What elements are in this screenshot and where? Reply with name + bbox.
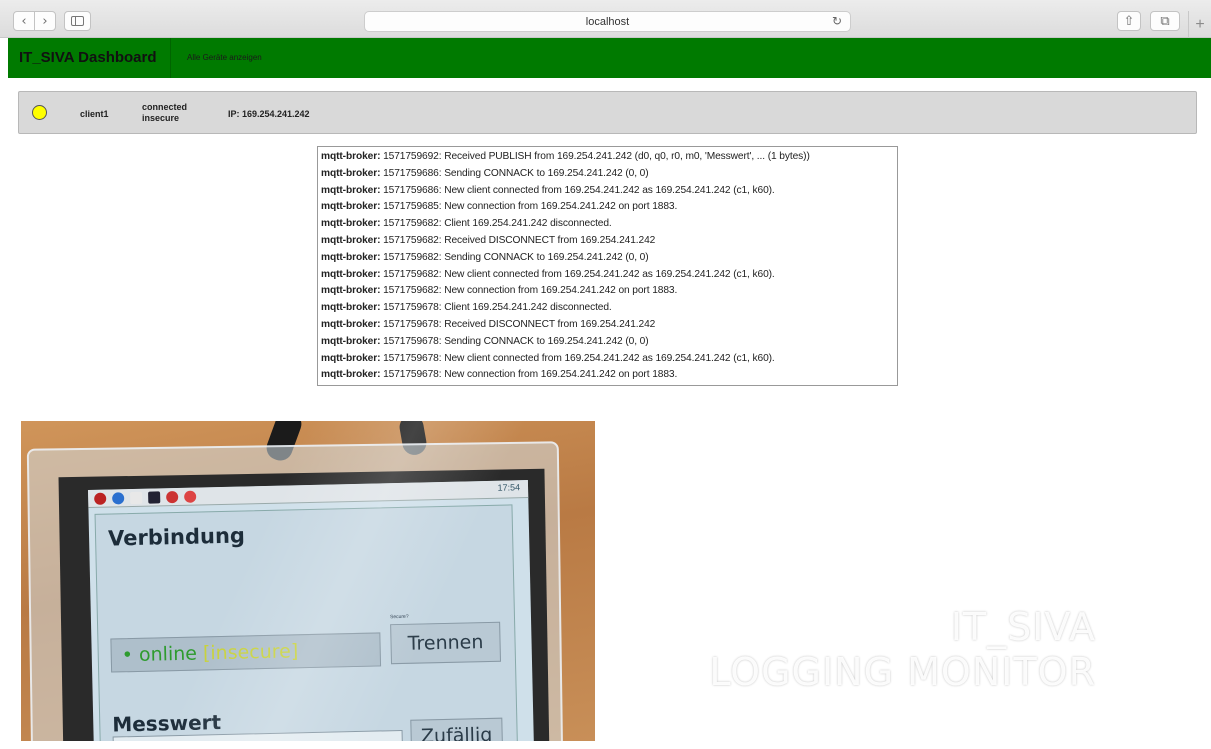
log-entry: mqtt-broker: 1571759686: Sending CONNACK… bbox=[321, 166, 894, 183]
chevron-right-icon: › bbox=[42, 13, 48, 29]
share-icon: ⇧ bbox=[1123, 13, 1135, 29]
tabs-icon: ⧉ bbox=[1160, 13, 1170, 29]
address-text: localhost bbox=[585, 15, 630, 28]
device-status-box: • online [insecure] bbox=[110, 632, 382, 673]
log-entry: mqtt-broker: 1571759692: Received PUBLIS… bbox=[321, 149, 894, 166]
device-insecure-text: [insecure] bbox=[196, 640, 299, 665]
log-message: 1571759686: Sending CONNACK to 169.254.2… bbox=[380, 167, 649, 179]
terminal-icon bbox=[148, 491, 161, 504]
log-entry: mqtt-broker: 1571759678: Client 169.254.… bbox=[321, 300, 894, 317]
security-status: insecure bbox=[142, 113, 180, 123]
wolfram-icon bbox=[166, 490, 179, 504]
log-source: mqtt-broker: bbox=[321, 318, 381, 330]
log-source: mqtt-broker: bbox=[321, 352, 381, 364]
log-message: 1571759678: Received DISCONNECT from 169… bbox=[380, 318, 656, 330]
overlay-subtitle: LOGGING MONITOR bbox=[709, 650, 1096, 694]
sidebar-icon bbox=[71, 16, 84, 26]
brand-title[interactable]: IT_SIVA Dashboard bbox=[19, 49, 157, 66]
new-tab-button[interactable]: + bbox=[1188, 11, 1211, 38]
navbar-divider bbox=[170, 38, 171, 78]
log-panel[interactable]: mqtt-broker: 1571759692: Received PUBLIS… bbox=[317, 146, 898, 386]
video-title-overlay: IT_SIVA LOGGING MONITOR bbox=[600, 604, 1096, 694]
app-navbar: IT_SIVA Dashboard Alle Geräte anzeigen bbox=[8, 38, 1211, 78]
chevron-left-icon: ‹ bbox=[21, 13, 27, 29]
log-message: 1571759682: Sending CONNACK to 169.254.2… bbox=[380, 251, 649, 263]
log-entry: mqtt-broker: 1571759678: New connection … bbox=[321, 367, 894, 384]
mathematica-icon bbox=[184, 490, 197, 503]
device-random-button: Zufällig bbox=[410, 717, 504, 741]
address-bar[interactable]: localhost ↻ bbox=[364, 11, 851, 32]
log-message: 1571759682: Received DISCONNECT from 169… bbox=[380, 234, 656, 246]
log-source: mqtt-broker: bbox=[321, 218, 381, 230]
log-source: mqtt-broker: bbox=[321, 201, 381, 213]
log-entry: mqtt-broker: 1571759678: Sending CONNACK… bbox=[321, 334, 894, 351]
raspberry-icon bbox=[94, 492, 107, 505]
log-source: mqtt-broker: bbox=[321, 268, 381, 280]
log-message: 1571759678: New connection from 169.254.… bbox=[380, 369, 678, 381]
log-message: 1571759682: New connection from 169.254.… bbox=[380, 285, 678, 297]
device-video: 17:54 Verbindung Secure? • online [insec… bbox=[21, 421, 595, 741]
browser-icon bbox=[112, 492, 125, 505]
overlay-title: IT_SIVA bbox=[950, 605, 1096, 649]
log-message: 1571759692: Received PUBLISH from 169.25… bbox=[380, 151, 810, 162]
log-message: 1571759678: Sending CONNACK to 169.254.2… bbox=[380, 335, 649, 347]
device-app-window: Verbindung Secure? • online [insecure] T… bbox=[94, 504, 518, 741]
show-tabs-button[interactable]: ⧉ bbox=[1150, 11, 1180, 31]
log-message: 1571759682: Client 169.254.241.242 disco… bbox=[380, 218, 612, 230]
log-source: mqtt-broker: bbox=[321, 302, 381, 314]
device-connection-title: Verbindung bbox=[107, 523, 246, 551]
back-button[interactable]: ‹ bbox=[13, 11, 35, 31]
device-measure-title: Messwert bbox=[112, 710, 222, 737]
browser-toolbar: ‹ › localhost ↻ ⇧ ⧉ + bbox=[0, 0, 1211, 38]
client-name: client1 bbox=[80, 109, 109, 119]
connection-state: connected insecure bbox=[142, 102, 187, 124]
log-source: mqtt-broker: bbox=[321, 234, 381, 246]
log-source: mqtt-broker: bbox=[321, 167, 381, 179]
log-message: 1571759686: New client connected from 16… bbox=[380, 184, 775, 196]
log-message: 1571759682: New client connected from 16… bbox=[380, 268, 775, 280]
folder-icon bbox=[130, 491, 143, 505]
connection-status: connected bbox=[142, 102, 188, 112]
log-entry: mqtt-broker: 1571759678: New client conn… bbox=[321, 351, 894, 368]
device-disconnect-button: Trennen bbox=[390, 621, 501, 665]
log-message: 1571759678: Client 169.254.241.242 disco… bbox=[380, 302, 612, 314]
log-entry: mqtt-broker: 1571759686: New client conn… bbox=[321, 183, 894, 200]
plus-icon: + bbox=[1195, 15, 1205, 33]
forward-button[interactable]: › bbox=[34, 11, 56, 31]
log-source: mqtt-broker: bbox=[321, 251, 381, 263]
log-entry: mqtt-broker: 1571759682: New client conn… bbox=[321, 267, 894, 284]
log-entry: mqtt-broker: 1571759682: Client 169.254.… bbox=[321, 216, 894, 233]
log-source: mqtt-broker: bbox=[321, 184, 381, 196]
reload-icon[interactable]: ↻ bbox=[832, 14, 842, 28]
device-online-text: • online bbox=[121, 642, 198, 667]
ip-address: IP: 169.254.241.242 bbox=[228, 109, 310, 119]
share-button[interactable]: ⇧ bbox=[1117, 11, 1141, 31]
device-screen: 17:54 Verbindung Secure? • online [insec… bbox=[87, 480, 535, 741]
log-source: mqtt-broker: bbox=[321, 285, 381, 297]
log-source: mqtt-broker: bbox=[321, 151, 381, 162]
device-secure-checkbox: Secure? bbox=[389, 613, 409, 621]
log-entry: mqtt-broker: 1571759682: New connection … bbox=[321, 283, 894, 300]
sidebar-toggle-button[interactable] bbox=[64, 11, 91, 31]
device-card[interactable]: client1 connected insecure IP: 169.254.2… bbox=[18, 91, 1197, 134]
log-entry: mqtt-broker: 1571759682: Sending CONNACK… bbox=[321, 250, 894, 267]
log-entry: mqtt-broker: 1571759682: Received DISCON… bbox=[321, 233, 894, 250]
log-message: 1571759678: New client connected from 16… bbox=[380, 352, 775, 364]
log-source: mqtt-broker: bbox=[321, 369, 381, 381]
device-clock: 17:54 bbox=[497, 482, 521, 493]
status-indicator-icon bbox=[32, 105, 47, 120]
log-message: 1571759685: New connection from 169.254.… bbox=[380, 201, 678, 213]
log-entry: mqtt-broker: 1571759685: New connection … bbox=[321, 199, 894, 216]
log-source: mqtt-broker: bbox=[321, 335, 381, 347]
show-all-devices-link[interactable]: Alle Geräte anzeigen bbox=[187, 53, 262, 62]
log-entry: mqtt-broker: 1571759678: Received DISCON… bbox=[321, 317, 894, 334]
